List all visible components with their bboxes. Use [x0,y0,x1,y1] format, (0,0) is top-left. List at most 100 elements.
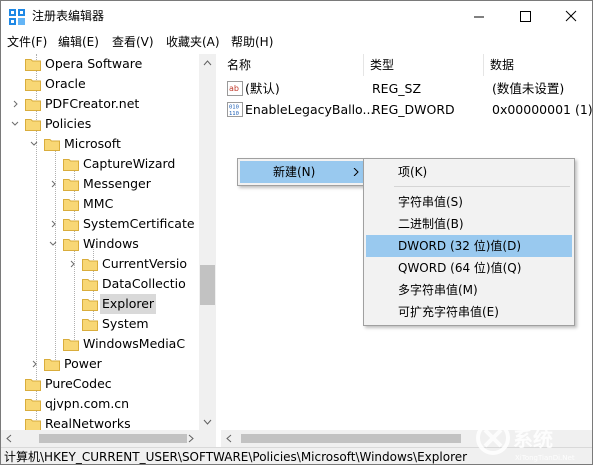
tree-node-label: WindowsMediaC [83,336,186,351]
chevron-right-icon[interactable] [28,354,40,374]
tree-horizontal-scrollbar[interactable] [1,430,216,447]
column-header-name[interactable]: 名称 [221,54,364,76]
chevron-right-icon[interactable] [66,254,78,274]
submenu-item-label: 字符串值(S) [398,195,463,209]
tree-node-label: Oracle [45,76,86,91]
menu-favorites[interactable]: 收藏夹(A) [166,34,220,50]
submenu-item[interactable]: 二进制值(B) [366,213,572,235]
tree-node[interactable]: Oracle [1,74,215,94]
tree-node[interactable]: SystemCertificate [1,214,215,234]
tree-node[interactable]: Opera Software [1,54,215,74]
chevron-down-icon[interactable] [28,134,40,154]
folder-icon [63,177,79,191]
chevron-right-icon [353,168,359,176]
tree-node[interactable]: WindowsMediaC [1,334,215,354]
scrollbar-arrows-icon [6,434,194,443]
folder-icon [63,157,79,171]
folder-icon [25,77,41,91]
tree-node-label: CurrentVersio [102,256,187,271]
tree-node-label: CaptureWizard [83,156,176,171]
tree-node-label: Explorer [100,294,157,314]
tree-node[interactable]: DataCollectio [1,274,215,294]
chevron-right-icon[interactable] [47,174,59,194]
value-name: (默认) [245,81,280,96]
tree-node-label: Windows [83,236,139,251]
tree-node[interactable]: qjvpn.com.cn [1,394,215,414]
folder-icon [63,337,79,351]
folder-icon [63,197,79,211]
chevron-down-icon[interactable] [9,114,21,134]
folder-icon [82,297,98,311]
tree-node-label: qjvpn.com.cn [45,396,130,411]
tree-node[interactable]: Windows [1,234,215,254]
menu-item-new-label: 新建(N) [273,165,316,179]
submenu-item[interactable]: QWORD (64 位)值(Q) [366,257,572,279]
submenu-item[interactable]: 字符串值(S) [366,191,572,213]
folder-icon [82,317,98,331]
folder-icon [82,277,98,291]
submenu-item[interactable]: 项(K) [366,161,572,183]
tree-node[interactable]: System [1,314,215,334]
value-type: REG_SZ [372,81,422,96]
string-value-icon: ab [227,81,243,96]
close-icon [565,10,577,22]
menu-bar: 文件(F) 编辑(E) 查看(V) 收藏夹(A) 帮助(H) [1,32,592,52]
submenu-item-label: 二进制值(B) [398,217,464,231]
value-row[interactable]: 010 110 EnableLegacyBallo... REG_DWORD 0… [221,99,592,120]
svg-text:XiTongTianDi.Net: XiTongTianDi.Net [515,454,575,462]
folder-icon [25,417,41,430]
minimize-button[interactable] [456,1,502,32]
tree-node[interactable]: CaptureWizard [1,154,215,174]
tree-vertical-scrollbar[interactable] [199,54,216,430]
chevron-right-icon[interactable] [9,94,21,114]
submenu-item-label: DWORD (32 位)值(D) [398,239,521,253]
title-bar: 注册表编辑器 [1,1,592,32]
value-row[interactable]: ab (默认) REG_SZ (数值未设置) [221,78,592,99]
tree-node[interactable]: Power [1,354,215,374]
tree-node[interactable]: Policies [1,114,215,134]
value-type: REG_DWORD [372,102,455,117]
folder-icon [25,377,41,391]
folder-icon [82,257,98,271]
column-header-type[interactable]: 类型 [364,54,484,76]
maximize-icon [520,11,531,22]
submenu-item[interactable]: 多字符串值(M) [366,279,572,301]
tree-node[interactable]: Messenger [1,174,215,194]
menu-file[interactable]: 文件(F) [7,34,47,50]
menu-edit[interactable]: 编辑(E) [58,34,99,50]
tree-node-label: System [102,316,149,331]
menu-item-new[interactable]: 新建(N) [240,161,364,183]
submenu-item[interactable]: 可扩充字符串值(E) [366,301,572,323]
tree-node[interactable]: Explorer [1,294,215,314]
folder-icon [63,237,79,251]
window-title: 注册表编辑器 [32,9,105,23]
tree-node[interactable]: MMC [1,194,215,214]
tree-scroll-thumb[interactable] [200,265,215,305]
submenu-item-label: 可扩充字符串值(E) [398,305,499,319]
column-header-data[interactable]: 数据 [484,54,592,76]
regedit-window: 注册表编辑器 文件(F) 编辑(E) 查看(V) 收藏夹(A) 帮助(H) Op… [0,0,593,465]
submenu-item-label: 项(K) [398,165,428,179]
tree-node[interactable]: PDFCreator.net [1,94,215,114]
tree-node[interactable]: RealNetworks [1,414,215,430]
context-menu: 新建(N) [237,158,367,186]
submenu-item[interactable]: DWORD (32 位)值(D) [366,235,572,257]
maximize-button[interactable] [502,1,548,32]
chevron-right-icon[interactable] [47,214,59,234]
tree-node[interactable]: PureCodec [1,374,215,394]
tree-node-label: PDFCreator.net [45,96,140,111]
close-button[interactable] [548,1,592,32]
submenu-item-label: QWORD (64 位)值(Q) [398,261,522,275]
tree-node-label: MMC [83,196,114,211]
chevron-down-icon[interactable] [47,234,59,254]
scrollbar-arrows-icon [203,60,212,425]
menu-view[interactable]: 查看(V) [112,34,154,50]
folder-icon [25,117,41,131]
menu-help[interactable]: 帮助(H) [231,34,273,50]
tree-node-label: Messenger [83,176,151,191]
tree-node[interactable]: CurrentVersio [1,254,215,274]
tree-node-label: DataCollectio [102,276,186,291]
tree-node[interactable]: Microsoft [1,134,215,154]
new-submenu: 项(K) 字符串值(S) 二进制值(B) DWORD (32 位)值(D) QWORD … [363,158,575,326]
tree-node-label: RealNetworks [45,416,131,430]
